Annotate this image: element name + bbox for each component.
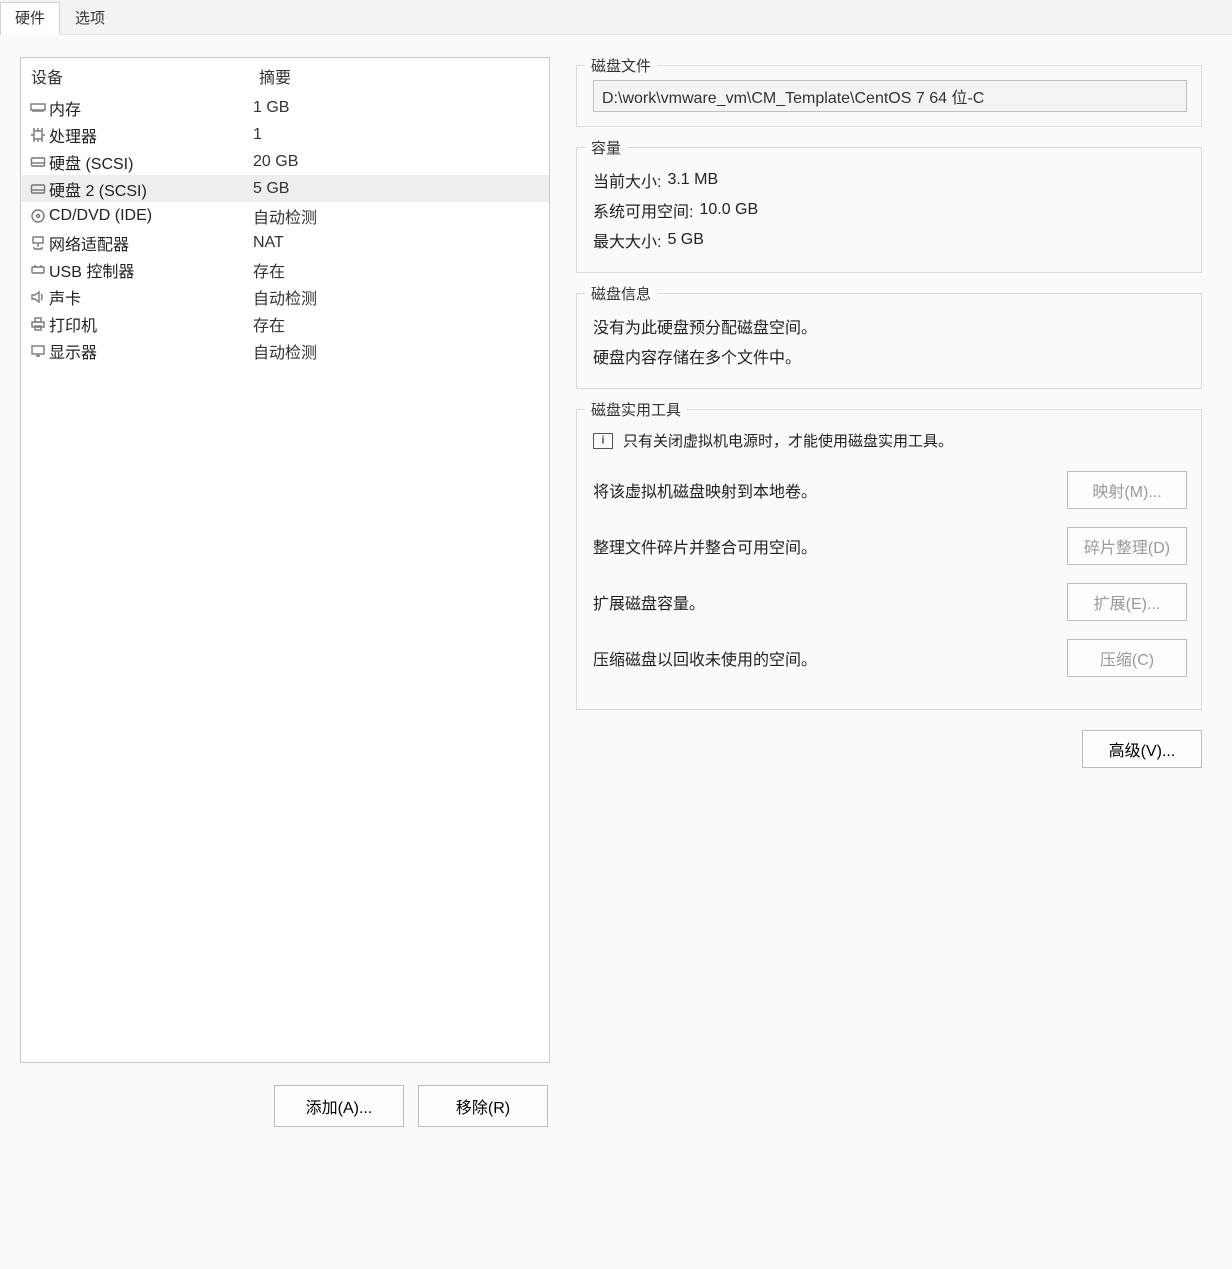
device-name: 打印机 bbox=[49, 312, 253, 336]
device-name: 内存 bbox=[49, 96, 253, 120]
compact-desc: 压缩磁盘以回收未使用的空间。 bbox=[593, 646, 1067, 670]
expand-button[interactable]: 扩展(E)... bbox=[1067, 583, 1187, 621]
header-summary: 摘要 bbox=[259, 64, 291, 88]
defrag-desc: 整理文件碎片并整合可用空间。 bbox=[593, 534, 1067, 558]
tab-hardware[interactable]: 硬件 bbox=[0, 2, 60, 35]
current-size-value: 3.1 MB bbox=[667, 171, 718, 189]
disk-info-line1: 没有为此硬盘预分配磁盘空间。 bbox=[593, 314, 1187, 338]
max-size-value: 5 GB bbox=[667, 231, 703, 249]
device-row[interactable]: CD/DVD (IDE)自动检测 bbox=[21, 202, 549, 229]
usb-icon bbox=[27, 262, 49, 278]
disk-info-legend: 磁盘信息 bbox=[585, 283, 657, 304]
max-size-label: 最大大小: bbox=[593, 228, 661, 252]
tab-bar: 硬件 选项 bbox=[0, 0, 1232, 35]
disk-file-path-input[interactable] bbox=[593, 80, 1187, 112]
disk-info-group: 磁盘信息 没有为此硬盘预分配磁盘空间。 硬盘内容存储在多个文件中。 bbox=[576, 293, 1202, 389]
printer-icon bbox=[27, 316, 49, 332]
device-summary: 存在 bbox=[253, 312, 285, 336]
tab-options[interactable]: 选项 bbox=[60, 2, 120, 34]
device-name: 声卡 bbox=[49, 285, 253, 309]
header-device: 设备 bbox=[31, 64, 259, 88]
memory-icon bbox=[27, 100, 49, 116]
map-desc: 将该虚拟机磁盘映射到本地卷。 bbox=[593, 478, 1067, 502]
free-space-label: 系统可用空间: bbox=[593, 198, 693, 222]
device-name: 处理器 bbox=[49, 123, 253, 147]
device-name: 硬盘 2 (SCSI) bbox=[49, 177, 253, 201]
disk-util-note: 只有关闭虚拟机电源时，才能使用磁盘实用工具。 bbox=[623, 430, 953, 451]
advanced-button[interactable]: 高级(V)... bbox=[1082, 730, 1202, 768]
sound-icon bbox=[27, 289, 49, 305]
disk-file-group: 磁盘文件 bbox=[576, 65, 1202, 127]
device-row[interactable]: 硬盘 (SCSI)20 GB bbox=[21, 148, 549, 175]
device-summary: 5 GB bbox=[253, 180, 289, 198]
device-list-header: 设备 摘要 bbox=[21, 58, 549, 94]
remove-button[interactable]: 移除(R) bbox=[418, 1085, 548, 1127]
cpu-icon bbox=[27, 127, 49, 143]
device-summary: 1 bbox=[253, 126, 262, 144]
defrag-button[interactable]: 碎片整理(D) bbox=[1067, 527, 1187, 565]
device-row[interactable]: 硬盘 2 (SCSI)5 GB bbox=[21, 175, 549, 202]
disk-util-group: 磁盘实用工具 只有关闭虚拟机电源时，才能使用磁盘实用工具。 将该虚拟机磁盘映射到… bbox=[576, 409, 1202, 710]
disk-info-line2: 硬盘内容存储在多个文件中。 bbox=[593, 344, 1187, 368]
expand-desc: 扩展磁盘容量。 bbox=[593, 590, 1067, 614]
disk-util-legend: 磁盘实用工具 bbox=[585, 399, 687, 420]
device-summary: 1 GB bbox=[253, 99, 289, 117]
device-list: 设备 摘要 内存1 GB处理器1硬盘 (SCSI)20 GB硬盘 2 (SCSI… bbox=[20, 57, 550, 1063]
device-name: 显示器 bbox=[49, 339, 253, 363]
device-name: 硬盘 (SCSI) bbox=[49, 150, 253, 174]
current-size-label: 当前大小: bbox=[593, 168, 661, 192]
device-summary: 20 GB bbox=[253, 153, 298, 171]
device-row[interactable]: 声卡自动检测 bbox=[21, 283, 549, 310]
device-name: CD/DVD (IDE) bbox=[49, 207, 253, 225]
device-name: USB 控制器 bbox=[49, 258, 253, 282]
map-button[interactable]: 映射(M)... bbox=[1067, 471, 1187, 509]
device-summary: 自动检测 bbox=[253, 339, 317, 363]
disk-icon bbox=[27, 181, 49, 197]
info-icon bbox=[593, 433, 613, 449]
device-row[interactable]: 网络适配器NAT bbox=[21, 229, 549, 256]
device-summary: NAT bbox=[253, 234, 284, 252]
device-row[interactable]: 打印机存在 bbox=[21, 310, 549, 337]
disk-file-legend: 磁盘文件 bbox=[585, 55, 657, 76]
free-space-value: 10.0 GB bbox=[699, 201, 758, 219]
cd-icon bbox=[27, 208, 49, 224]
network-icon bbox=[27, 235, 49, 251]
compact-button[interactable]: 压缩(C) bbox=[1067, 639, 1187, 677]
display-icon bbox=[27, 343, 49, 359]
device-row[interactable]: 内存1 GB bbox=[21, 94, 549, 121]
device-summary: 自动检测 bbox=[253, 204, 317, 228]
capacity-legend: 容量 bbox=[585, 137, 627, 158]
device-row[interactable]: 处理器1 bbox=[21, 121, 549, 148]
device-row[interactable]: USB 控制器存在 bbox=[21, 256, 549, 283]
device-summary: 存在 bbox=[253, 258, 285, 282]
device-name: 网络适配器 bbox=[49, 231, 253, 255]
disk-icon bbox=[27, 154, 49, 170]
add-button[interactable]: 添加(A)... bbox=[274, 1085, 404, 1127]
device-summary: 自动检测 bbox=[253, 285, 317, 309]
capacity-group: 容量 当前大小: 3.1 MB 系统可用空间: 10.0 GB 最大大小: 5 … bbox=[576, 147, 1202, 273]
device-row[interactable]: 显示器自动检测 bbox=[21, 337, 549, 364]
